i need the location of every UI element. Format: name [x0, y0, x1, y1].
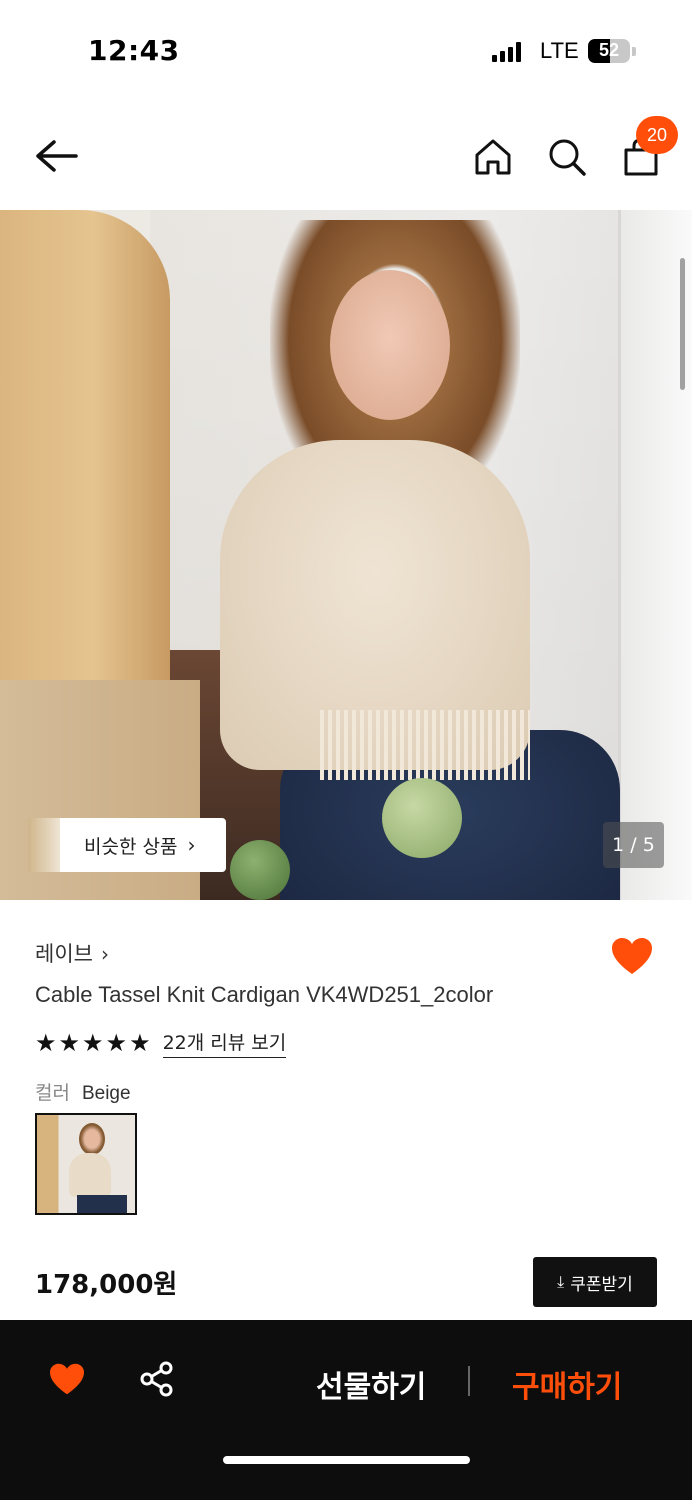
image-apple-2	[230, 840, 290, 900]
network-type: LTE	[540, 38, 579, 63]
battery-icon: 52	[588, 39, 630, 63]
reviews-link[interactable]: 22개 리뷰 보기	[162, 1028, 287, 1058]
swatch-figure-body	[69, 1153, 111, 1197]
product-title: Cable Tassel Knit Cardigan VK4WD251_2col…	[35, 982, 494, 1007]
star-icon: ★	[105, 1029, 128, 1057]
swatch-figure-legs	[77, 1195, 127, 1213]
color-swatch-beige[interactable]	[35, 1113, 137, 1215]
status-bar: 12:43 LTE 52	[0, 0, 692, 100]
chevron-right-icon: ›	[100, 942, 109, 966]
brand-link[interactable]: 레이브 ›	[35, 938, 109, 968]
favorite-heart-icon[interactable]	[610, 936, 654, 976]
search-icon[interactable]	[546, 136, 588, 178]
cellular-signal-icon	[492, 42, 521, 62]
download-icon: ⤓	[557, 1272, 565, 1291]
similar-thumbnail	[28, 818, 62, 872]
star-icon: ★	[58, 1029, 81, 1057]
bottom-action-bar: 선물하기 구매하기	[0, 1320, 692, 1500]
product-image-gallery[interactable]: 비슷한 상품 › 1 / 5	[0, 210, 692, 900]
product-price: 178,000원	[35, 1270, 178, 1300]
back-arrow-icon[interactable]	[32, 136, 80, 176]
coupon-button-label: 쿠폰받기	[570, 1274, 633, 1295]
battery-level: 52	[598, 40, 620, 60]
bottom-divider	[468, 1366, 470, 1396]
color-label: 컬러	[35, 1082, 70, 1104]
home-indicator[interactable]	[223, 1456, 470, 1464]
image-counter: 1 / 5	[603, 822, 664, 868]
buy-button[interactable]: 구매하기	[512, 1362, 622, 1406]
image-face	[330, 270, 450, 420]
coupon-button[interactable]: ⤓ 쿠폰받기	[533, 1257, 657, 1307]
home-icon[interactable]	[472, 136, 514, 178]
gift-button[interactable]: 선물하기	[316, 1362, 426, 1406]
star-rating: ★ ★ ★ ★ ★	[35, 1029, 151, 1057]
battery-tip	[632, 47, 636, 56]
top-nav: 20	[0, 100, 692, 210]
similar-products-label: 비슷한 상품	[84, 835, 178, 858]
gallery-scrollbar[interactable]	[680, 258, 685, 390]
cart-count-badge: 20	[636, 116, 678, 154]
brand-name: 레이브	[35, 942, 93, 966]
swatch-figure-head	[79, 1123, 105, 1155]
similar-products-button[interactable]: 비슷한 상품 ›	[28, 818, 226, 872]
star-icon: ★	[129, 1029, 151, 1057]
rating-row: ★ ★ ★ ★ ★ 22개 리뷰 보기	[35, 1028, 287, 1058]
star-icon: ★	[82, 1029, 104, 1057]
color-value: Beige	[81, 1083, 131, 1104]
chevron-right-icon: ›	[187, 833, 196, 857]
star-icon: ★	[35, 1029, 57, 1057]
image-fringe	[320, 710, 530, 780]
image-apple	[382, 778, 462, 858]
color-row: 컬러 Beige	[35, 1078, 131, 1105]
share-icon[interactable]	[138, 1360, 176, 1398]
heart-icon[interactable]	[48, 1362, 86, 1396]
status-time: 12:43	[88, 34, 180, 67]
